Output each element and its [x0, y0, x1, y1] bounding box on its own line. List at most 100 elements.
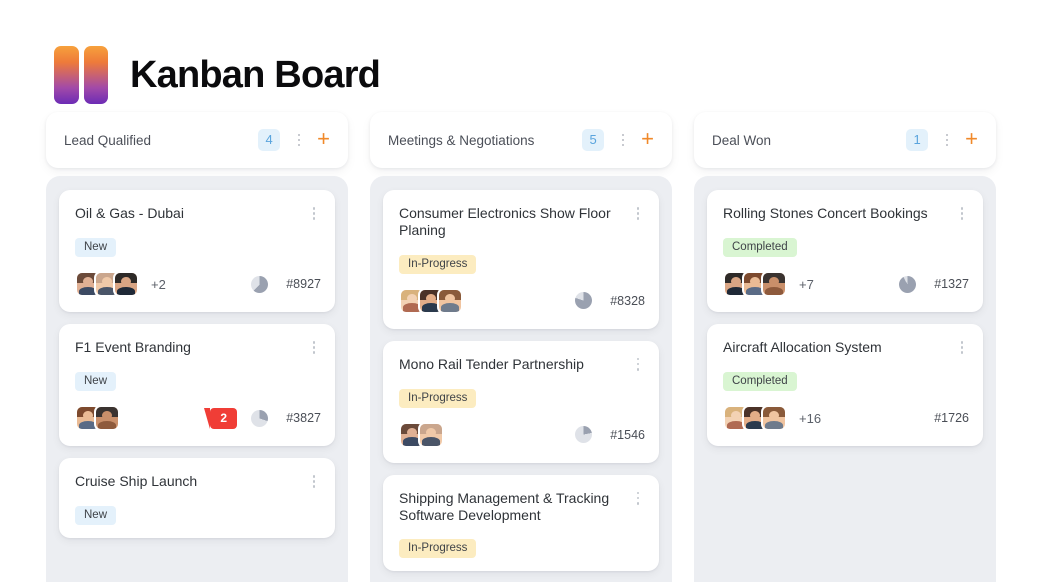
kanban-card[interactable]: Rolling Stones Concert Bookings Completed…	[707, 190, 983, 312]
card-menu-button[interactable]	[631, 490, 645, 508]
card-title: Aircraft Allocation System	[723, 339, 882, 355]
logo-bar-left	[54, 46, 79, 104]
card-status-tag: In-Progress	[399, 388, 477, 408]
card-title: Rolling Stones Concert Bookings	[723, 205, 928, 221]
avatar-face	[731, 410, 741, 421]
avatar-face	[407, 293, 417, 303]
avatar	[418, 421, 444, 448]
kebab-dot	[636, 212, 640, 215]
avatar	[437, 287, 463, 314]
avatar-face	[769, 410, 779, 421]
kebab-dot	[960, 217, 964, 220]
kebab-dot	[297, 133, 301, 137]
card-menu-button[interactable]	[307, 205, 321, 223]
card-title: Oil & Gas - Dubai	[75, 205, 184, 221]
card-header: Mono Rail Tender Partnership	[399, 356, 645, 374]
card-menu-button[interactable]	[631, 356, 645, 374]
kanban-card[interactable]: Cruise Ship Launch New	[59, 458, 335, 538]
kebab-dot	[621, 133, 625, 137]
kebab-dot	[621, 138, 625, 142]
card-id: #1327	[934, 277, 969, 291]
add-card-button[interactable]: +	[963, 127, 980, 153]
progress-pie-icon	[575, 426, 592, 444]
avatar-group	[399, 421, 444, 448]
card-footer: #8328	[399, 286, 645, 316]
avatar-face	[121, 276, 131, 287]
avatar-face	[445, 293, 455, 303]
card-status-tag: New	[75, 372, 117, 391]
card-header: Cruise Ship Launch	[75, 473, 321, 491]
kebab-dot	[636, 217, 640, 220]
card-title: Mono Rail Tender Partnership	[399, 355, 584, 372]
card-footer: +16 #1726	[723, 403, 969, 433]
card-status-tag: Completed	[723, 372, 797, 391]
card-footer: +2 #8927	[75, 269, 321, 299]
kebab-dot	[636, 362, 640, 366]
kanban-board-page: Kanban Board Lead Qualified 4 + Oil & Gas -…	[0, 0, 1037, 582]
card-footer: #1546	[399, 420, 645, 450]
column-count-badge: 1	[906, 129, 929, 151]
card-menu-button[interactable]	[631, 205, 645, 223]
kebab-dot	[636, 207, 640, 210]
avatar	[761, 271, 787, 297]
app-header: Kanban Board	[0, 0, 1037, 112]
column-menu-button[interactable]	[940, 130, 954, 150]
card-menu-button[interactable]	[955, 205, 969, 223]
avatar-shoulders	[116, 286, 136, 295]
kebab-dot	[312, 351, 316, 354]
kebab-dot	[312, 485, 316, 488]
add-card-button[interactable]: +	[639, 127, 656, 153]
avatar-face	[83, 410, 93, 421]
card-id: #8927	[286, 277, 321, 291]
kebab-dot	[945, 133, 949, 137]
card-header: F1 Event Branding	[75, 339, 321, 357]
column-header: Deal Won 1 +	[694, 112, 996, 168]
card-menu-button[interactable]	[955, 339, 969, 357]
board-columns: Lead Qualified 4 + Oil & Gas - Dubai New +2 #8…	[0, 112, 1037, 582]
avatar-shoulders	[97, 420, 117, 429]
priority-flag-badge: 2	[204, 407, 237, 429]
column-count-badge: 5	[582, 129, 605, 151]
avatar-shoulders	[421, 437, 441, 446]
avatar-overflow-count: +7	[799, 276, 814, 292]
kebab-dot	[636, 367, 640, 371]
card-id: #3827	[286, 411, 321, 425]
avatar-face	[102, 276, 112, 287]
kebab-dot	[960, 207, 964, 210]
card-footer: 2 #3827	[75, 403, 321, 433]
kanban-card[interactable]: Oil & Gas - Dubai New +2 #8927	[59, 190, 335, 312]
avatar-group	[75, 405, 120, 431]
kebab-dot	[312, 346, 316, 349]
avatar-face	[407, 427, 417, 437]
column-card-list: Consumer Electronics Show Floor Planing I…	[370, 176, 672, 582]
kebab-dot	[960, 346, 964, 349]
column-title: Meetings & Negotiations	[388, 132, 535, 148]
kanban-card[interactable]: Consumer Electronics Show Floor Planing I…	[383, 190, 659, 329]
avatar-shoulders	[440, 303, 460, 312]
card-footer: +7 #1327	[723, 269, 969, 299]
kanban-logo-icon	[54, 46, 108, 104]
column-menu-button[interactable]	[292, 130, 306, 150]
card-menu-button[interactable]	[307, 473, 321, 491]
avatar-shoulders	[764, 286, 784, 295]
column-menu-button[interactable]	[616, 130, 630, 150]
add-card-button[interactable]: +	[315, 127, 332, 153]
card-title: F1 Event Branding	[75, 339, 191, 355]
card-id: #8328	[610, 293, 645, 308]
card-menu-button[interactable]	[307, 339, 321, 357]
card-header: Aircraft Allocation System	[723, 339, 969, 357]
card-status-tag: Completed	[723, 238, 797, 257]
kebab-dot	[297, 138, 301, 142]
avatar-group	[723, 405, 787, 431]
kanban-card[interactable]: Mono Rail Tender Partnership In-Progress #…	[383, 340, 659, 463]
progress-pie-icon	[575, 292, 592, 310]
kanban-card[interactable]: Aircraft Allocation System Completed +16 #1…	[707, 324, 983, 446]
progress-pie-icon	[251, 275, 268, 293]
kanban-card[interactable]: F1 Event Branding New 2 #3827	[59, 324, 335, 446]
card-header: Consumer Electronics Show Floor Planing	[399, 205, 645, 240]
kanban-card[interactable]: Shipping Management & Tracking Software …	[383, 474, 659, 572]
avatar-overflow-count: +2	[151, 276, 166, 292]
progress-pie-icon	[251, 409, 268, 427]
avatar-overflow-count: +16	[799, 410, 822, 426]
column-header: Lead Qualified 4 +	[46, 112, 348, 168]
